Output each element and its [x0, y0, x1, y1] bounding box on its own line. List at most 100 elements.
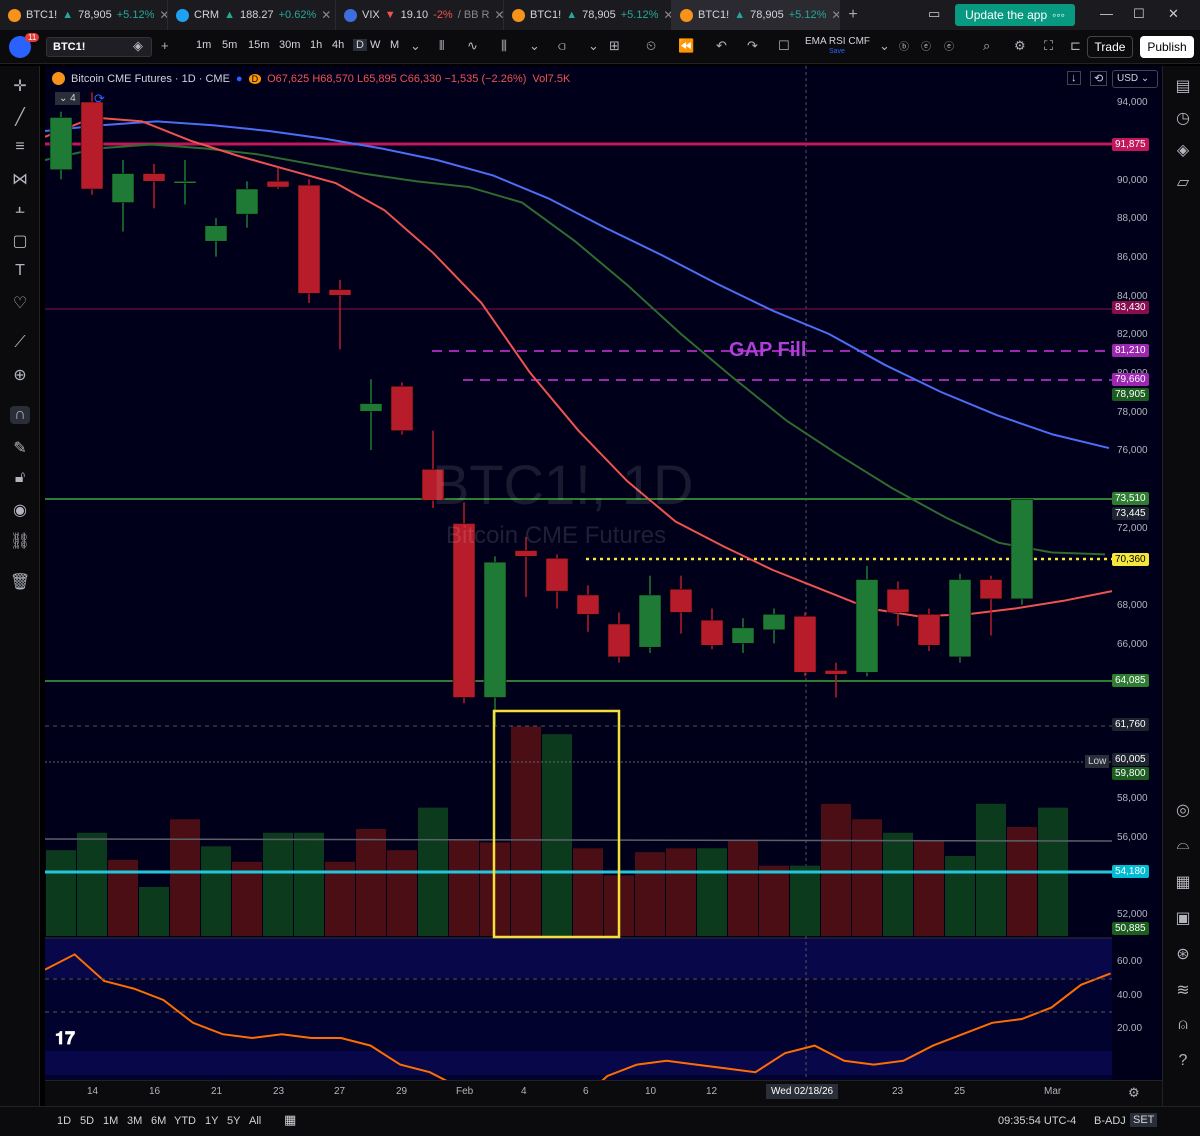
circle-b-icon[interactable]: ⓑ [899, 38, 909, 53]
range-6M[interactable]: 6M [151, 1115, 166, 1127]
magnifier-icon[interactable]: ⌕ [983, 38, 990, 54]
range-5Y[interactable]: 5Y [227, 1115, 240, 1127]
update-app-button[interactable]: Update the app ◦◦◦ [955, 4, 1075, 26]
clock-label[interactable]: 09:35:54 UTC-4 [998, 1115, 1076, 1127]
target-icon[interactable]: ◎ [1173, 800, 1193, 820]
calendar-range-icon[interactable]: ▦ [284, 1112, 296, 1128]
download-icon[interactable]: ↓ [1067, 71, 1081, 85]
currency-selector[interactable]: USD ⌄ [1112, 70, 1158, 88]
heart-icon[interactable]: ♡ [10, 293, 30, 313]
layers-icon[interactable]: ◈ [1173, 140, 1193, 160]
layouts-icon[interactable]: ⊞ [609, 38, 620, 54]
help-icon[interactable]: ? [1173, 1052, 1193, 1070]
idea-icon[interactable]: ⌓ [1173, 836, 1193, 854]
chevron-down-icon[interactable]: ⌄ [529, 38, 540, 54]
range-1M[interactable]: 1M [103, 1115, 118, 1127]
chat-icon[interactable]: ▱ [1173, 172, 1193, 192]
candles-icon[interactable]: ⫼ [501, 38, 507, 54]
settings-icon[interactable]: ⚙ [1128, 1085, 1140, 1101]
close-tab-icon[interactable]: ✕ [831, 8, 839, 22]
circle-e-icon[interactable]: ⓔ [944, 38, 954, 53]
news-icon[interactable]: ▣ [1173, 908, 1193, 928]
magnet-icon[interactable]: ∩ [10, 406, 30, 424]
fullscreen-icon[interactable]: ⛶ [1044, 38, 1053, 54]
redo-icon[interactable]: ↷ [747, 38, 758, 54]
interval-D[interactable]: D [353, 39, 367, 51]
indicator-template[interactable]: EMA RSI CMF [805, 36, 870, 47]
range-1Y[interactable]: 1Y [205, 1115, 218, 1127]
globe-icon[interactable]: ⊛ [1173, 944, 1193, 964]
line-chart-icon[interactable]: ∿ [467, 38, 478, 54]
fib-icon[interactable]: ≡ [10, 138, 30, 156]
chart-canvas[interactable] [45, 66, 1162, 1106]
chart-plot[interactable] [45, 66, 1162, 1106]
browser-tab-0[interactable]: BTC1! ▲ 78,905 +5.12% ✕ [0, 0, 168, 30]
crosshair-icon[interactable]: ✛ [10, 76, 30, 96]
browser-tab-1[interactable]: CRM ▲ 188.27 +0.62% ✕ [168, 0, 336, 30]
trend-line-icon[interactable]: ╱ [10, 107, 30, 127]
range-YTD[interactable]: YTD [174, 1115, 196, 1127]
close-tab-icon[interactable]: ✕ [321, 8, 331, 22]
undo-icon[interactable]: ↶ [716, 38, 727, 54]
ruler-icon[interactable]: ⟋ [10, 334, 30, 352]
gap-fill-annotation[interactable]: GAP Fill [729, 339, 806, 362]
range-1D[interactable]: 1D [57, 1115, 71, 1127]
maximize-icon[interactable]: ☐ [1133, 6, 1145, 22]
lock-draw-icon[interactable]: ✎ [10, 438, 30, 458]
shapes-icon[interactable]: ▢ [10, 231, 30, 251]
pattern-icon[interactable]: ⋈ [10, 169, 30, 189]
bar-chart-icon[interactable]: ⫴ [439, 38, 444, 54]
layers-count-badge[interactable]: ⌄ 4 [55, 92, 80, 105]
screen-icon[interactable]: ▭ [928, 6, 940, 22]
interval-M[interactable]: M [390, 39, 399, 51]
eye-icon[interactable]: ◉ [10, 500, 30, 520]
compare-icon[interactable]: ◈ [133, 38, 143, 54]
add-symbol-button[interactable]: + [161, 38, 169, 53]
close-tab-icon[interactable]: ✕ [663, 8, 671, 22]
settings-icon[interactable]: ⚙ [1014, 38, 1026, 54]
interval-W[interactable]: W [370, 39, 380, 51]
trade-button[interactable]: Trade [1087, 36, 1133, 58]
checkbox-icon[interactable]: ☐ [778, 38, 790, 54]
new-tab-button[interactable]: + [840, 6, 866, 24]
save-label[interactable]: Save [829, 48, 845, 55]
stream-icon[interactable]: ≋ [1173, 980, 1193, 1000]
minimize-icon[interactable]: — [1100, 6, 1113, 21]
interval-5m[interactable]: 5m [222, 39, 237, 51]
chevron-down-icon[interactable]: ⌄ [588, 38, 599, 54]
sync-icon[interactable]: ⟲ [1090, 71, 1108, 86]
interval-1h[interactable]: 1h [310, 39, 322, 51]
close-window-icon[interactable]: ✕ [1168, 6, 1179, 22]
range-3M[interactable]: 3M [127, 1115, 142, 1127]
replay-icon[interactable]: ⏪ [678, 38, 694, 54]
lock-icon[interactable]: 🔓︎ [10, 469, 30, 487]
link-icon[interactable]: ⛓︎ [10, 531, 30, 551]
interval-30m[interactable]: 30m [279, 39, 300, 51]
circle-e-icon[interactable]: ⓔ [921, 38, 931, 53]
dividend-badge[interactable]: D [248, 73, 262, 84]
watchlist-icon[interactable]: ▤ [1173, 76, 1193, 96]
zoom-icon[interactable]: ⊕ [10, 365, 30, 385]
adjustment-toggle[interactable]: B-ADJ [1094, 1115, 1126, 1127]
series-legend[interactable]: Bitcoin CME Futures · 1D · CME ● D O67,6… [52, 72, 570, 85]
alert-icon[interactable]: ⏲ [646, 38, 656, 54]
interval-15m[interactable]: 15m [248, 39, 269, 51]
text-icon[interactable]: T [10, 262, 30, 280]
session-toggle[interactable]: SET [1130, 1113, 1158, 1127]
publish-button[interactable]: Publish [1140, 36, 1194, 58]
calendar-icon[interactable]: ▦ [1173, 872, 1193, 892]
interval-1m[interactable]: 1m [196, 39, 211, 51]
series-title[interactable]: Bitcoin CME Futures · 1D · CME [71, 73, 230, 85]
trash-icon[interactable]: 🗑︎ [10, 572, 30, 592]
indicators-icon[interactable]: ⫏ [558, 38, 566, 54]
range-All[interactable]: All [249, 1115, 261, 1127]
range-5D[interactable]: 5D [80, 1115, 94, 1127]
close-tab-icon[interactable]: ✕ [495, 8, 503, 22]
browser-tab-4[interactable]: BTC1! ▲ 78,905 +5.12% ✕ [672, 0, 840, 30]
chevron-down-icon[interactable]: ⌄ [879, 38, 890, 54]
camera-icon[interactable]: ⊏ [1070, 38, 1081, 54]
chevron-down-icon[interactable]: ⌄ [410, 38, 421, 54]
interval-4h[interactable]: 4h [332, 39, 344, 51]
tradingview-logo-icon[interactable]: 𝟏𝟕 [55, 1028, 75, 1049]
browser-tab-2[interactable]: VIX ▼ 19.10 -2% / BB R ✕ [336, 0, 504, 30]
